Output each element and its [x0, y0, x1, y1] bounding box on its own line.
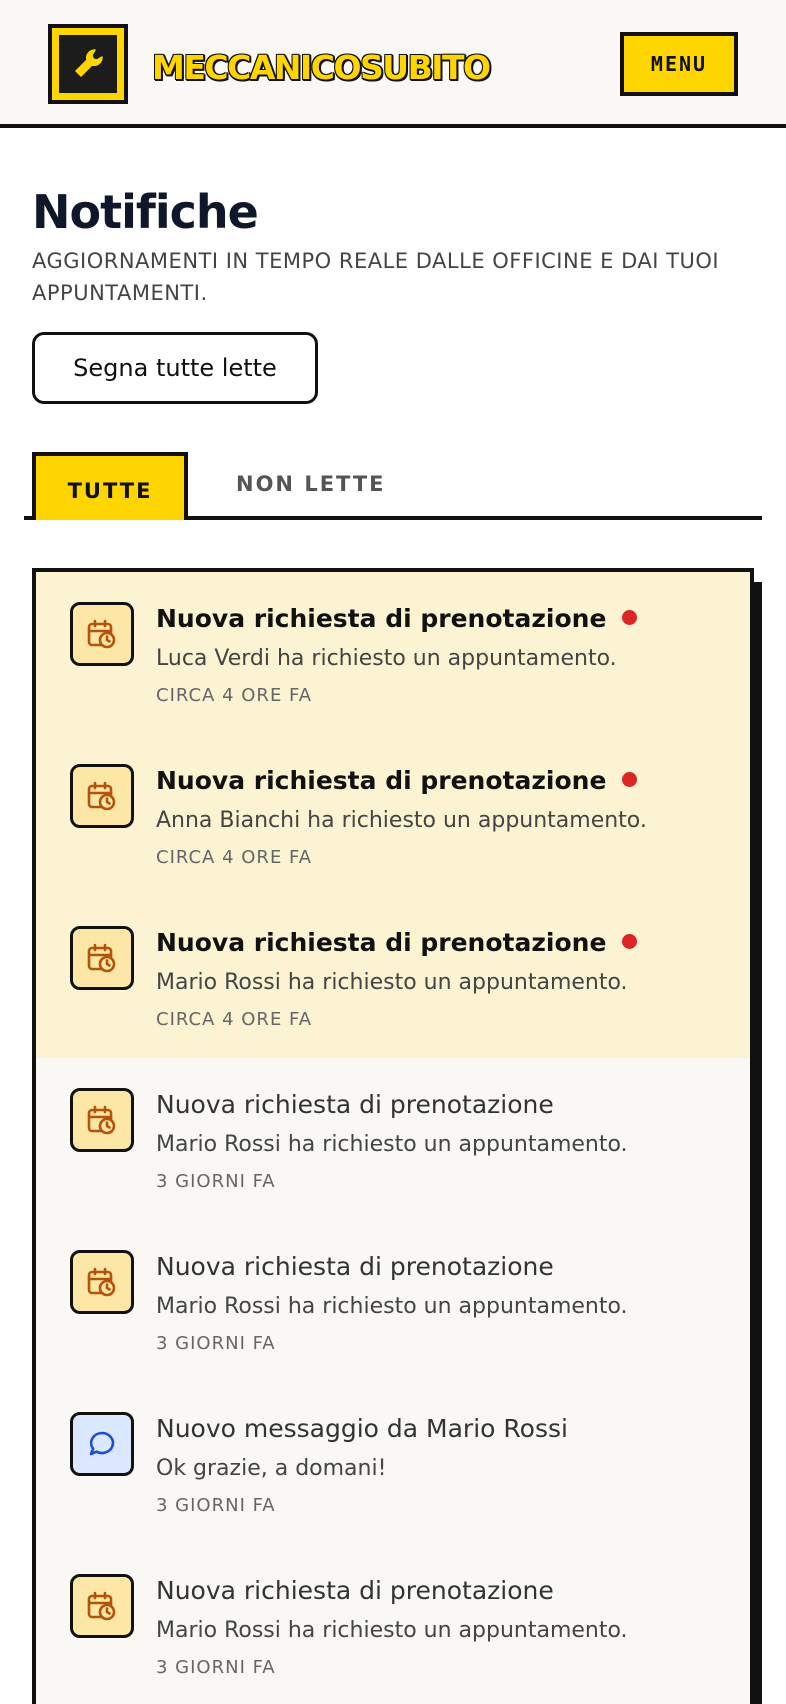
notification-body: Mario Rossi ha richiesto un appuntamento…	[156, 1294, 628, 1319]
notification-title: Nuova richiesta di prenotazione	[156, 764, 638, 798]
notification-time: CIRCA 4 ORE FA	[156, 1009, 313, 1030]
message-bubble-icon	[70, 1412, 134, 1476]
notification-body: Mario Rossi ha richiesto un appuntamento…	[156, 970, 628, 995]
notification-item[interactable]: Nuova richiesta di prenotazione Mario Ro…	[36, 1220, 750, 1382]
calendar-clock-icon	[70, 602, 134, 666]
tab-unread[interactable]: NON LETTE	[236, 452, 386, 516]
calendar-clock-icon	[70, 1574, 134, 1638]
notification-body: Mario Rossi ha richiesto un appuntamento…	[156, 1618, 628, 1643]
calendar-clock-icon	[70, 1088, 134, 1152]
brand-name[interactable]: MECCANICOSUBITO	[152, 44, 491, 92]
menu-button[interactable]: MENU	[620, 32, 738, 96]
notification-title: Nuova richiesta di prenotazione	[156, 1576, 554, 1605]
tab-all[interactable]: TUTTE	[32, 452, 188, 520]
notification-time: CIRCA 4 ORE FA	[156, 847, 313, 868]
unread-dot	[622, 771, 638, 787]
notification-title: Nuova richiesta di prenotazione	[156, 1090, 554, 1119]
logo[interactable]	[48, 24, 128, 104]
mark-all-read-button[interactable]: Segna tutte lette	[32, 332, 318, 404]
notification-item[interactable]: Nuova richiesta di prenotazione Mario Ro…	[36, 1544, 750, 1704]
app-header: MECCANICOSUBITO MENU	[0, 0, 786, 128]
notification-tabs: TUTTE NON LETTE	[24, 452, 762, 520]
unread-dot	[622, 933, 638, 949]
notification-title: Nuova richiesta di prenotazione	[156, 1252, 554, 1281]
notification-time: 3 GIORNI FA	[156, 1171, 276, 1192]
notification-body: Anna Bianchi ha richiesto un appuntament…	[156, 808, 647, 833]
page-title: Notifiche	[32, 185, 259, 239]
notification-title: Nuovo messaggio da Mario Rossi	[156, 1414, 568, 1443]
notification-title: Nuova richiesta di prenotazione	[156, 926, 638, 960]
notification-item[interactable]: Nuova richiesta di prenotazione Mario Ro…	[36, 896, 750, 1058]
calendar-clock-icon	[70, 926, 134, 990]
notification-item[interactable]: Nuovo messaggio da Mario Rossi Ok grazie…	[36, 1382, 750, 1544]
wrench-icon	[59, 35, 117, 93]
notification-body: Mario Rossi ha richiesto un appuntamento…	[156, 1132, 628, 1157]
calendar-clock-icon	[70, 764, 134, 828]
calendar-clock-icon	[70, 1250, 134, 1314]
notification-time: 3 GIORNI FA	[156, 1495, 276, 1516]
notification-title: Nuova richiesta di prenotazione	[156, 602, 638, 636]
notification-item[interactable]: Nuova richiesta di prenotazione Luca Ver…	[36, 572, 750, 734]
unread-dot	[622, 609, 638, 625]
notification-item[interactable]: Nuova richiesta di prenotazione Anna Bia…	[36, 734, 750, 896]
notification-time: 3 GIORNI FA	[156, 1657, 276, 1678]
notification-item[interactable]: Nuova richiesta di prenotazione Mario Ro…	[36, 1058, 750, 1220]
notification-body: Ok grazie, a domani!	[156, 1456, 387, 1481]
notification-time: 3 GIORNI FA	[156, 1333, 276, 1354]
page-subtitle: AGGIORNAMENTI IN TEMPO REALE DALLE OFFIC…	[32, 249, 720, 305]
notification-body: Luca Verdi ha richiesto un appuntamento.	[156, 646, 617, 671]
notification-time: CIRCA 4 ORE FA	[156, 685, 313, 706]
notification-list: Nuova richiesta di prenotazione Luca Ver…	[32, 568, 754, 1704]
